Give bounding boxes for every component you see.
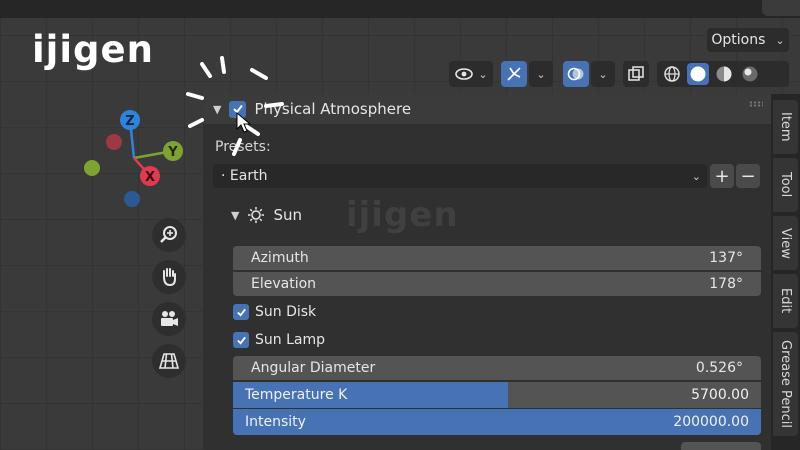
tab-item-label: Item [778, 112, 793, 142]
preset-dropdown[interactable]: · Earth ⌄ [213, 164, 707, 188]
elevation-label: Elevation [251, 276, 317, 292]
checkmark-icon [236, 308, 246, 317]
azimuth-field[interactable]: Azimuth 137° [233, 246, 761, 270]
partial-button[interactable] [681, 442, 761, 450]
camera-icon [161, 311, 178, 326]
sun-section-label: Sun [273, 206, 303, 224]
axis-x-label: X [145, 170, 155, 185]
axis-neg-z-handle[interactable] [124, 191, 140, 207]
sun-disk-checkbox[interactable] [233, 304, 249, 320]
elevation-value: 178° [709, 276, 743, 292]
preset-bullet: · [221, 168, 230, 184]
overlay-toggle[interactable] [563, 61, 589, 87]
sun-disk-toggle[interactable]: Sun Disk [233, 304, 316, 320]
visibility-icon [455, 68, 474, 80]
gizmo-dropdown[interactable]: ⌄ [529, 61, 553, 87]
brand-logo: ijigen [32, 28, 154, 71]
wireframe-shading-button[interactable] [661, 63, 683, 85]
tab-grease-pencil-label: Grease Pencil [778, 340, 793, 428]
tab-item[interactable]: Item [773, 100, 798, 154]
solid-shading-button[interactable] [687, 63, 709, 85]
angular-diameter-label: Angular Diameter [251, 360, 376, 376]
intensity-label: Intensity [245, 414, 306, 430]
temperature-label: Temperature K [245, 387, 348, 403]
intensity-slider[interactable]: Intensity 200000.00 [233, 409, 761, 435]
visibility-dropdown[interactable]: ⌄ [449, 61, 493, 87]
gizmo-icon [507, 67, 521, 81]
pan-button[interactable] [152, 260, 186, 294]
temperature-value: 5700.00 [691, 387, 749, 403]
sun-lamp-label: Sun Lamp [255, 332, 325, 348]
chevron-down-icon: ⌄ [775, 33, 785, 47]
material-sphere-icon [716, 66, 732, 82]
drag-handle-icon[interactable] [749, 101, 763, 107]
zoom-button[interactable] [152, 218, 186, 252]
grid-perspective-icon [158, 353, 180, 369]
tab-tool[interactable]: Tool [773, 158, 798, 212]
checkmark-icon [236, 336, 246, 345]
angular-diameter-field[interactable]: Angular Diameter 0.526° [233, 356, 761, 380]
tab-tool-label: Tool [778, 172, 793, 198]
xray-toggle[interactable] [623, 61, 649, 87]
azimuth-label: Azimuth [251, 250, 309, 266]
navigation-gizmo[interactable]: Z Y X [76, 104, 196, 214]
chevron-down-icon: ⌄ [536, 67, 546, 81]
sun-section-header[interactable]: ▼ Sun [231, 206, 302, 224]
sun-lamp-toggle[interactable]: Sun Lamp [233, 332, 325, 348]
axis-neg-x-handle[interactable] [106, 134, 122, 150]
azimuth-value: 137° [709, 250, 743, 266]
xray-icon [628, 66, 644, 81]
click-highlight-icon [186, 56, 284, 156]
tab-grease-pencil[interactable]: Grease Pencil [773, 332, 798, 436]
sidebar-tabs: Item Tool View Edit Grease Pencil [771, 94, 800, 450]
preset-value: Earth [229, 168, 268, 184]
axis-y-label: Y [167, 145, 178, 160]
sun-lamp-checkbox[interactable] [233, 332, 249, 348]
tab-edit-label: Edit [778, 288, 793, 314]
perspective-toggle-button[interactable] [152, 344, 186, 378]
hand-pan-icon [163, 268, 176, 287]
elevation-field[interactable]: Elevation 178° [233, 272, 761, 296]
add-preset-button[interactable]: + [710, 164, 734, 188]
sun-disk-label: Sun Disk [255, 304, 317, 320]
temperature-slider[interactable]: Temperature K 5700.00 [233, 382, 761, 408]
sun-icon [248, 207, 265, 223]
zoom-icon [160, 226, 177, 243]
plus-icon: + [714, 165, 730, 187]
collapse-triangle-icon[interactable]: ▼ [231, 209, 239, 222]
options-dropdown[interactable]: Options ⌄ [707, 28, 789, 52]
solid-sphere-icon [690, 66, 706, 82]
top-right-menu-button[interactable] [762, 0, 800, 16]
intensity-value: 200000.00 [673, 414, 749, 430]
chevron-down-icon: ⌄ [478, 67, 488, 81]
rendered-shading-button[interactable] [739, 63, 761, 85]
minus-icon: − [740, 165, 756, 187]
tab-view-label: View [778, 227, 793, 259]
gizmo-toggle[interactable] [501, 61, 527, 87]
overlay-icon [567, 67, 584, 81]
top-bar [0, 0, 800, 18]
axis-neg-y-handle[interactable] [84, 160, 100, 176]
tab-view[interactable]: View [773, 216, 798, 270]
camera-view-button[interactable] [152, 302, 186, 336]
chevron-down-icon: ⌄ [598, 67, 608, 81]
axis-z-label: Z [125, 114, 134, 129]
angular-diameter-value: 0.526° [695, 360, 743, 376]
tab-edit[interactable]: Edit [773, 274, 798, 328]
chevron-down-icon: ⌄ [691, 169, 701, 183]
watermark-logo: ijigen [346, 195, 459, 235]
options-label: Options [711, 32, 766, 48]
material-shading-button[interactable] [713, 63, 735, 85]
remove-preset-button[interactable]: − [736, 164, 760, 188]
overlay-dropdown[interactable]: ⌄ [591, 61, 615, 87]
mouse-cursor-icon [236, 112, 252, 133]
wireframe-sphere-icon [664, 66, 680, 82]
shading-mode-group [657, 61, 789, 87]
rendered-sphere-icon [742, 66, 758, 82]
